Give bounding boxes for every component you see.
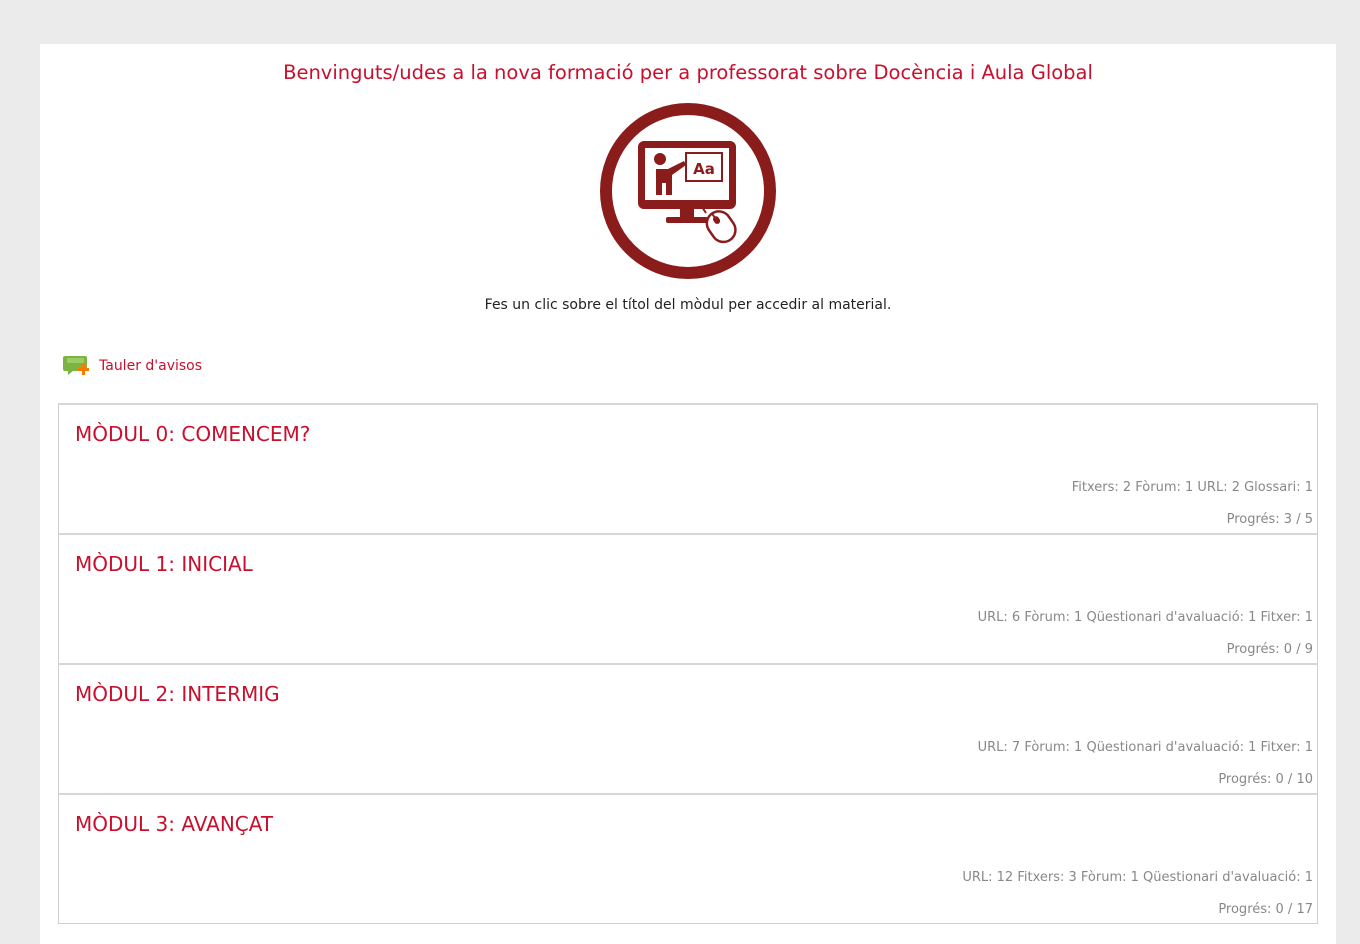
tauler-avisos-link[interactable]: Tauler d'avisos [63,354,202,378]
teaching-logo-icon: Aa [600,103,776,279]
welcome-title: Benvinguts/udes a la nova formació per a… [283,61,1093,84]
module-title-link[interactable]: MÒDUL 2: INTERMIG [75,681,280,707]
logo-board-text: Aa [693,160,715,178]
module-title-link[interactable]: MÒDUL 1: INICIAL [75,551,253,577]
module-activity-summary: Fitxers: 2 Fòrum: 1 URL: 2 Glossari: 1 [1071,480,1313,495]
module-section: MÒDUL 3: AVANÇAT URL: 12 Fitxers: 3 Fòru… [58,793,1318,924]
module-list: MÒDUL 0: COMENCEM? Fitxers: 2 Fòrum: 1 U… [58,403,1318,924]
module-activity-summary: URL: 12 Fitxers: 3 Fòrum: 1 Qüestionari … [962,870,1313,885]
module-activity-summary: URL: 7 Fòrum: 1 Qüestionari d'avaluació:… [977,740,1313,755]
module-title-link[interactable]: MÒDUL 3: AVANÇAT [75,811,273,837]
chat-bubble-add-icon [63,356,89,375]
module-title-link[interactable]: MÒDUL 0: COMENCEM? [75,421,310,447]
course-page: Benvinguts/udes a la nova formació per a… [40,44,1336,944]
module-section: MÒDUL 1: INICIAL URL: 6 Fòrum: 1 Qüestio… [58,533,1318,664]
module-progress: Progrés: 0 / 17 [1218,902,1313,917]
module-section: MÒDUL 0: COMENCEM? Fitxers: 2 Fòrum: 1 U… [58,403,1318,534]
intro-text: Fes un clic sobre el títol del mòdul per… [484,297,892,313]
tauler-avisos-label: Tauler d'avisos [99,358,203,374]
module-progress: Progrés: 0 / 9 [1226,642,1313,657]
module-progress: Progrés: 3 / 5 [1226,512,1313,527]
module-section: MÒDUL 2: INTERMIG URL: 7 Fòrum: 1 Qüesti… [58,663,1318,794]
module-progress: Progrés: 0 / 10 [1218,772,1313,787]
module-activity-summary: URL: 6 Fòrum: 1 Qüestionari d'avaluació:… [977,610,1313,625]
